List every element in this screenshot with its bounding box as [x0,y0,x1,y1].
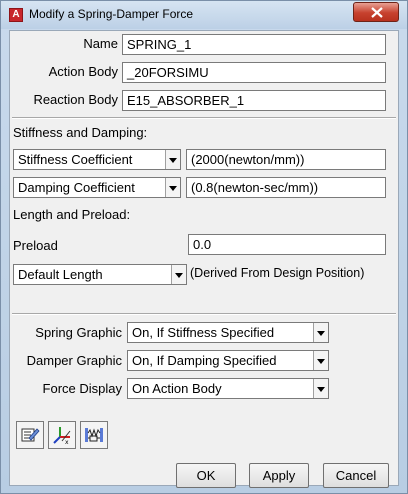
damper-graphic-select[interactable]: On, If Damping Specified [127,350,329,371]
length-preload-heading: Length and Preload: [13,207,131,222]
app-logo-icon: A [9,8,23,22]
force-display-label: Force Display [42,381,122,396]
action-body-label: Action Body [48,64,118,79]
stiffness-value-input[interactable]: (2000(newton/mm)) [186,149,386,170]
dialog-body: Name SPRING_1 Action Body _20FORSIMU Rea… [9,30,399,488]
close-icon [371,7,383,18]
name-input[interactable]: SPRING_1 [122,34,386,55]
stiffness-damping-heading: Stiffness and Damping: [13,125,148,140]
dialog-window: A Modify a Spring-Damper Force Name SPRI… [0,0,408,494]
chevron-down-icon[interactable] [165,178,180,197]
cancel-button[interactable]: Cancel [323,463,389,488]
close-button[interactable] [353,2,399,22]
spring-damper-button[interactable] [80,421,108,449]
damping-type-value: Damping Coefficient [18,180,135,195]
chevron-down-icon[interactable] [313,351,328,370]
preload-label: Preload [13,238,58,253]
chevron-down-icon[interactable] [165,150,180,169]
svg-text:x: x [65,439,69,445]
ok-button[interactable]: OK [176,463,236,488]
reaction-body-label: Reaction Body [33,92,118,107]
damping-type-select[interactable]: Damping Coefficient [13,177,181,198]
spring-graphic-label: Spring Graphic [35,325,122,340]
window-title: Modify a Spring-Damper Force [29,7,194,21]
spring-damper-icon [85,428,103,442]
preload-input[interactable]: 0.0 [188,234,386,255]
apply-button[interactable]: Apply [249,463,309,488]
triad-axes-icon: x [53,427,71,445]
stiffness-type-select[interactable]: Stiffness Coefficient [13,149,181,170]
chevron-down-icon[interactable] [313,379,328,398]
stiffness-type-value: Stiffness Coefficient [18,152,133,167]
length-select-value: Default Length [18,267,103,282]
damping-value-input[interactable]: (0.8(newton-sec/mm)) [186,177,386,198]
damper-graphic-label: Damper Graphic [26,353,122,368]
edit-button[interactable] [16,421,44,449]
separator [12,313,396,315]
force-display-select[interactable]: On Action Body [127,378,329,399]
separator [12,117,396,119]
spring-graphic-select[interactable]: On, If Stiffness Specified [127,322,329,343]
name-label: Name [83,36,118,51]
length-note: (Derived From Design Position) [190,266,365,280]
force-display-value: On Action Body [132,381,222,396]
chevron-down-icon[interactable] [171,265,186,284]
chevron-down-icon[interactable] [313,323,328,342]
reaction-body-input[interactable]: E15_ABSORBER_1 [122,90,386,111]
edit-pencil-icon [21,428,40,442]
damper-graphic-value: On, If Damping Specified [132,353,277,368]
title-bar[interactable]: A Modify a Spring-Damper Force [1,1,407,29]
marker-button[interactable]: x [48,421,76,449]
length-select[interactable]: Default Length [13,264,187,285]
action-body-input[interactable]: _20FORSIMU [122,62,386,83]
spring-graphic-value: On, If Stiffness Specified [132,325,275,340]
